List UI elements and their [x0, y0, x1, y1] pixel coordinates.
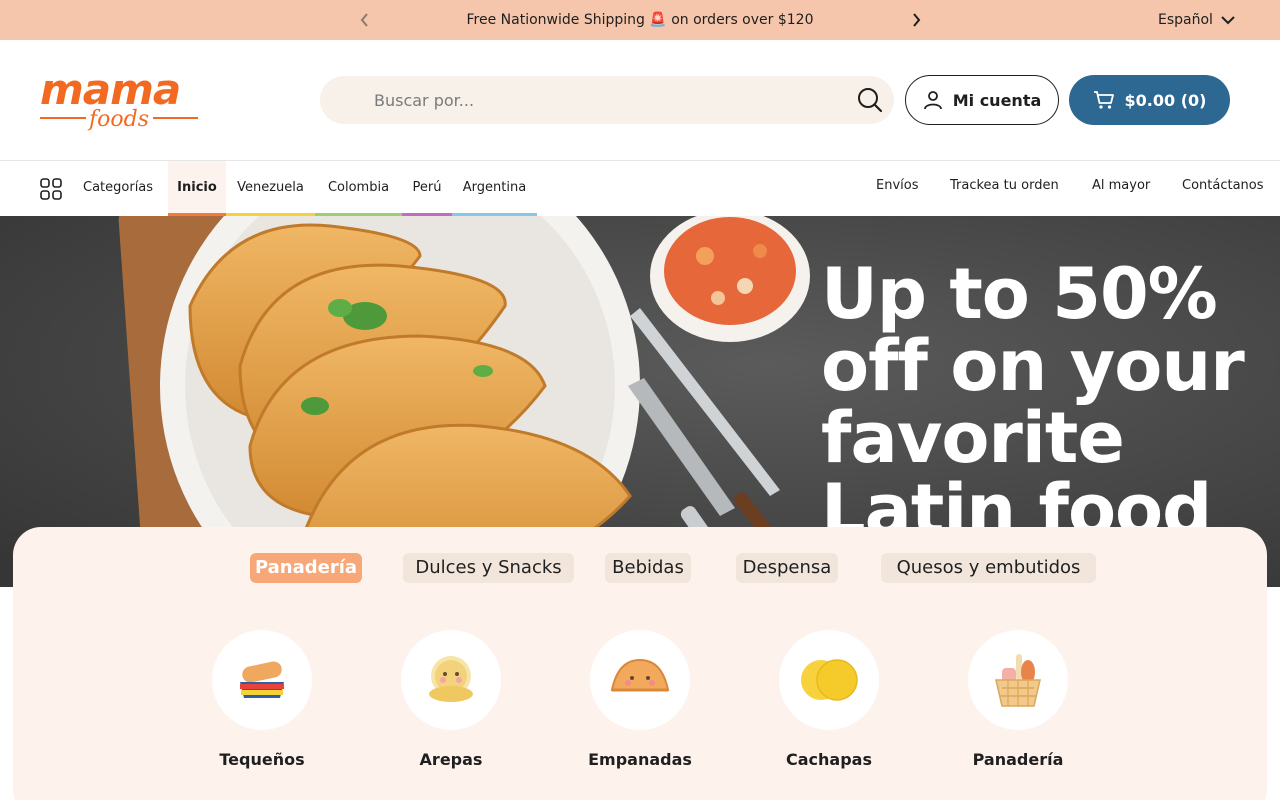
search-bar	[320, 76, 894, 124]
nav-item-venezuela[interactable]: Venezuela	[226, 161, 315, 217]
category-circle	[212, 630, 312, 730]
site-header: mama foods Mi cuenta $0.00 (0)	[0, 40, 1280, 160]
category-label: Empanadas	[588, 750, 692, 769]
category-tab-dulces-snacks[interactable]: Dulces y Snacks	[403, 553, 574, 583]
chevron-left-icon	[360, 13, 368, 27]
nav-link-contact[interactable]: Contáctanos	[1182, 161, 1264, 213]
language-label: Español	[1158, 12, 1213, 28]
nav-item-label: Venezuela	[237, 180, 304, 195]
nav-item-colombia[interactable]: Colombia	[315, 161, 402, 217]
announcement-bar: Free Nationwide Shipping 🚨 on orders ove…	[0, 0, 1280, 40]
category-tab-quesos-embutidos[interactable]: Quesos y embutidos	[881, 553, 1096, 583]
tequenos-icon	[240, 661, 284, 698]
bread-basket-icon	[995, 654, 1041, 707]
category-label: Panadería	[972, 750, 1064, 769]
grid-icon[interactable]	[40, 178, 62, 200]
search-input[interactable]	[374, 76, 834, 124]
cart-button[interactable]: $0.00 (0)	[1069, 75, 1230, 125]
category-tab-panaderia[interactable]: Panadería	[250, 553, 362, 583]
nav-item-inicio[interactable]: Inicio	[168, 161, 226, 217]
category-label: Tequeños	[219, 750, 305, 769]
announcement-message: Free Nationwide Shipping 🚨 on orders ove…	[466, 12, 814, 28]
nav-categories-label: Categorías	[83, 180, 154, 195]
nav-item-label: Inicio	[177, 180, 217, 195]
category-circle	[401, 630, 501, 730]
category-cachapas[interactable]: Cachapas	[764, 630, 894, 769]
next-announcement-button[interactable]	[906, 10, 926, 30]
search-icon	[858, 88, 883, 113]
category-circle	[968, 630, 1068, 730]
user-icon	[923, 91, 942, 110]
account-button[interactable]: Mi cuenta	[905, 75, 1059, 125]
chevron-right-icon	[913, 13, 921, 27]
category-circle	[779, 630, 879, 730]
main-nav: Categorías Inicio Venezuela Colombia Per…	[0, 160, 1280, 217]
svg-text:foods: foods	[87, 107, 149, 132]
category-panel: Panadería Dulces y Snacks Bebidas Despen…	[13, 527, 1267, 800]
nav-item-label: Perú	[412, 180, 442, 195]
search-button[interactable]	[854, 84, 886, 116]
category-tab-despensa[interactable]: Despensa	[736, 553, 838, 583]
arepas-icon	[429, 656, 473, 702]
nav-link-track-order[interactable]: Trackea tu orden	[950, 161, 1059, 213]
empanadas-icon	[610, 658, 670, 692]
nav-item-label: Argentina	[462, 180, 527, 195]
nav-item-label: Colombia	[327, 180, 390, 195]
nav-item-peru[interactable]: Perú	[402, 161, 452, 217]
category-arepas[interactable]: Arepas	[386, 630, 516, 769]
category-label: Cachapas	[786, 750, 872, 769]
category-tequenos[interactable]: Tequeños	[197, 630, 327, 769]
chevron-down-icon	[1221, 16, 1235, 25]
cart-total: $0.00 (0)	[1124, 90, 1207, 110]
cart-icon	[1093, 91, 1114, 109]
nav-categories[interactable]: Categorías	[83, 161, 153, 217]
category-circle	[590, 630, 690, 730]
account-label: Mi cuenta	[952, 90, 1042, 110]
category-panaderia[interactable]: Panadería	[953, 630, 1083, 769]
nav-item-argentina[interactable]: Argentina	[452, 161, 537, 217]
nav-link-wholesale[interactable]: Al mayor	[1092, 161, 1150, 213]
language-selector[interactable]: Español	[1158, 0, 1235, 40]
mama-foods-logo: mama foods	[40, 65, 198, 132]
hero-headline: Up to 50% off on your favorite Latin foo…	[821, 253, 1245, 551]
category-tab-bebidas[interactable]: Bebidas	[605, 553, 691, 583]
prev-announcement-button[interactable]	[355, 10, 375, 30]
nav-link-envios[interactable]: Envíos	[876, 161, 919, 213]
cachapas-icon	[801, 659, 858, 701]
logo[interactable]: mama foods	[40, 65, 202, 132]
category-empanadas[interactable]: Empanadas	[575, 630, 705, 769]
category-label: Arepas	[419, 750, 483, 769]
